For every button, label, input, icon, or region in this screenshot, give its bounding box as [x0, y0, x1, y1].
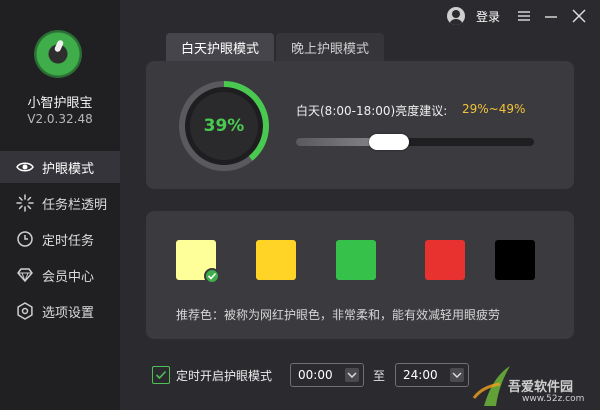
sidebar-item-eye-mode[interactable]: 护眼模式: [0, 151, 120, 183]
color-recommendation: 推荐色：被称为网红护眼色，非常柔和，能有效减轻用眼疲劳: [176, 308, 501, 322]
clock-icon: [17, 231, 33, 247]
brightness-suggestion-range: 29%~49%: [462, 102, 526, 116]
color-swatch-red[interactable]: [425, 240, 465, 280]
sidebar-item-label: 护眼模式: [42, 161, 95, 177]
settings-icon: [17, 302, 33, 320]
brightness-slider-thumb[interactable]: [368, 134, 409, 150]
chevron-down-icon: [345, 368, 359, 382]
minimize-icon[interactable]: [541, 6, 561, 26]
close-icon[interactable]: [569, 6, 589, 26]
sidebar-item-taskbar-transparent[interactable]: 任务栏透明: [0, 187, 120, 219]
schedule-checkbox[interactable]: [152, 366, 170, 384]
sidebar-item-label: 任务栏透明: [42, 197, 108, 213]
end-time-value: 24:00: [403, 368, 438, 382]
user-avatar-icon[interactable]: [447, 7, 465, 25]
end-time-select[interactable]: 24:00: [395, 363, 469, 387]
color-swatch-black[interactable]: [495, 240, 535, 280]
app-logo: [34, 30, 82, 78]
brightness-suggestion-label: 白天(8:00-18:00)亮度建议:: [296, 104, 448, 118]
eye-icon: [16, 162, 34, 172]
sidebar-item-timer[interactable]: 定时任务: [0, 223, 120, 255]
menu-icon[interactable]: [514, 6, 534, 26]
chevron-down-icon: [450, 368, 464, 382]
sidebar-item-settings[interactable]: 选项设置: [0, 295, 120, 327]
watermark-text: 吾爱软件园: [508, 380, 574, 395]
color-swatch-green[interactable]: [336, 240, 376, 280]
sidebar-item-label: 定时任务: [42, 233, 95, 249]
diamond-icon: [17, 268, 33, 283]
sidebar-item-label: 选项设置: [42, 305, 95, 321]
brightness-slider[interactable]: [296, 134, 534, 150]
sparkle-icon: [16, 194, 34, 212]
to-label: 至: [373, 369, 386, 383]
login-button[interactable]: 登录: [476, 8, 500, 25]
selected-check-icon: [204, 268, 220, 284]
color-swatch-yellow[interactable]: [256, 240, 296, 280]
tab-night-mode[interactable]: 晚上护眼模式: [276, 33, 384, 61]
app-version: V2.0.32.48: [27, 112, 93, 126]
sidebar-item-label: 会员中心: [42, 269, 95, 285]
checkmark-icon: [155, 370, 167, 380]
brightness-percent: 39%: [203, 116, 245, 136]
sidebar-item-membership[interactable]: 会员中心: [0, 259, 120, 291]
start-time-select[interactable]: 00:00: [290, 363, 364, 387]
schedule-label: 定时开启护眼模式: [176, 369, 273, 383]
app-name: 小智护眼宝: [27, 96, 93, 111]
watermark-url: www.52z.com: [522, 394, 585, 404]
sidebar: 小智护眼宝 V2.0.32.48 护眼模式 任务栏透明 定时任务 会员中心 选项…: [0, 0, 120, 410]
tab-day-mode[interactable]: 白天护眼模式: [166, 33, 274, 61]
start-time-value: 00:00: [298, 368, 333, 382]
